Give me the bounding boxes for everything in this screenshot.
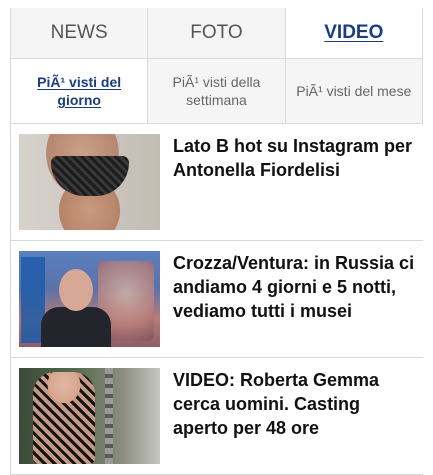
subtab-day[interactable]: PiÃ¹ visti del giorno bbox=[11, 59, 149, 123]
video-title-link[interactable]: Crozza/Ventura: in Russia ci andiamo 4 g… bbox=[173, 251, 418, 323]
tab-foto[interactable]: FOTO bbox=[148, 8, 286, 58]
thumbnail-graphic bbox=[59, 269, 93, 311]
list-item[interactable]: VIDEO: Roberta Gemma cerca uomini. Casti… bbox=[11, 358, 423, 475]
video-title-link[interactable]: Lato B hot su Instagram per Antonella Fi… bbox=[173, 134, 418, 182]
video-thumbnail[interactable] bbox=[19, 134, 160, 230]
list-item[interactable]: Crozza/Ventura: in Russia ci andiamo 4 g… bbox=[11, 241, 423, 358]
period-tabs: PiÃ¹ visti del giorno PiÃ¹ visti della s… bbox=[10, 59, 423, 124]
tab-news[interactable]: NEWS bbox=[11, 8, 149, 58]
thumbnail-graphic bbox=[105, 368, 113, 464]
list-item[interactable]: Lato B hot su Instagram per Antonella Fi… bbox=[11, 124, 423, 241]
video-thumbnail[interactable] bbox=[19, 251, 160, 347]
most-viewed-widget: NEWS FOTO VIDEO PiÃ¹ visti del giorno Pi… bbox=[10, 8, 423, 475]
thumbnail-graphic bbox=[33, 372, 95, 464]
video-thumbnail[interactable] bbox=[19, 368, 160, 464]
tab-video[interactable]: VIDEO bbox=[285, 8, 422, 58]
main-tabs: NEWS FOTO VIDEO bbox=[10, 8, 423, 59]
subtab-week[interactable]: PiÃ¹ visti della settimana bbox=[148, 59, 286, 123]
thumbnail-graphic bbox=[51, 156, 129, 196]
thumbnail-graphic bbox=[41, 307, 111, 347]
video-title-link[interactable]: VIDEO: Roberta Gemma cerca uomini. Casti… bbox=[173, 368, 418, 440]
video-list: Lato B hot su Instagram per Antonella Fi… bbox=[10, 124, 423, 475]
subtab-month[interactable]: PiÃ¹ visti del mese bbox=[285, 59, 422, 123]
